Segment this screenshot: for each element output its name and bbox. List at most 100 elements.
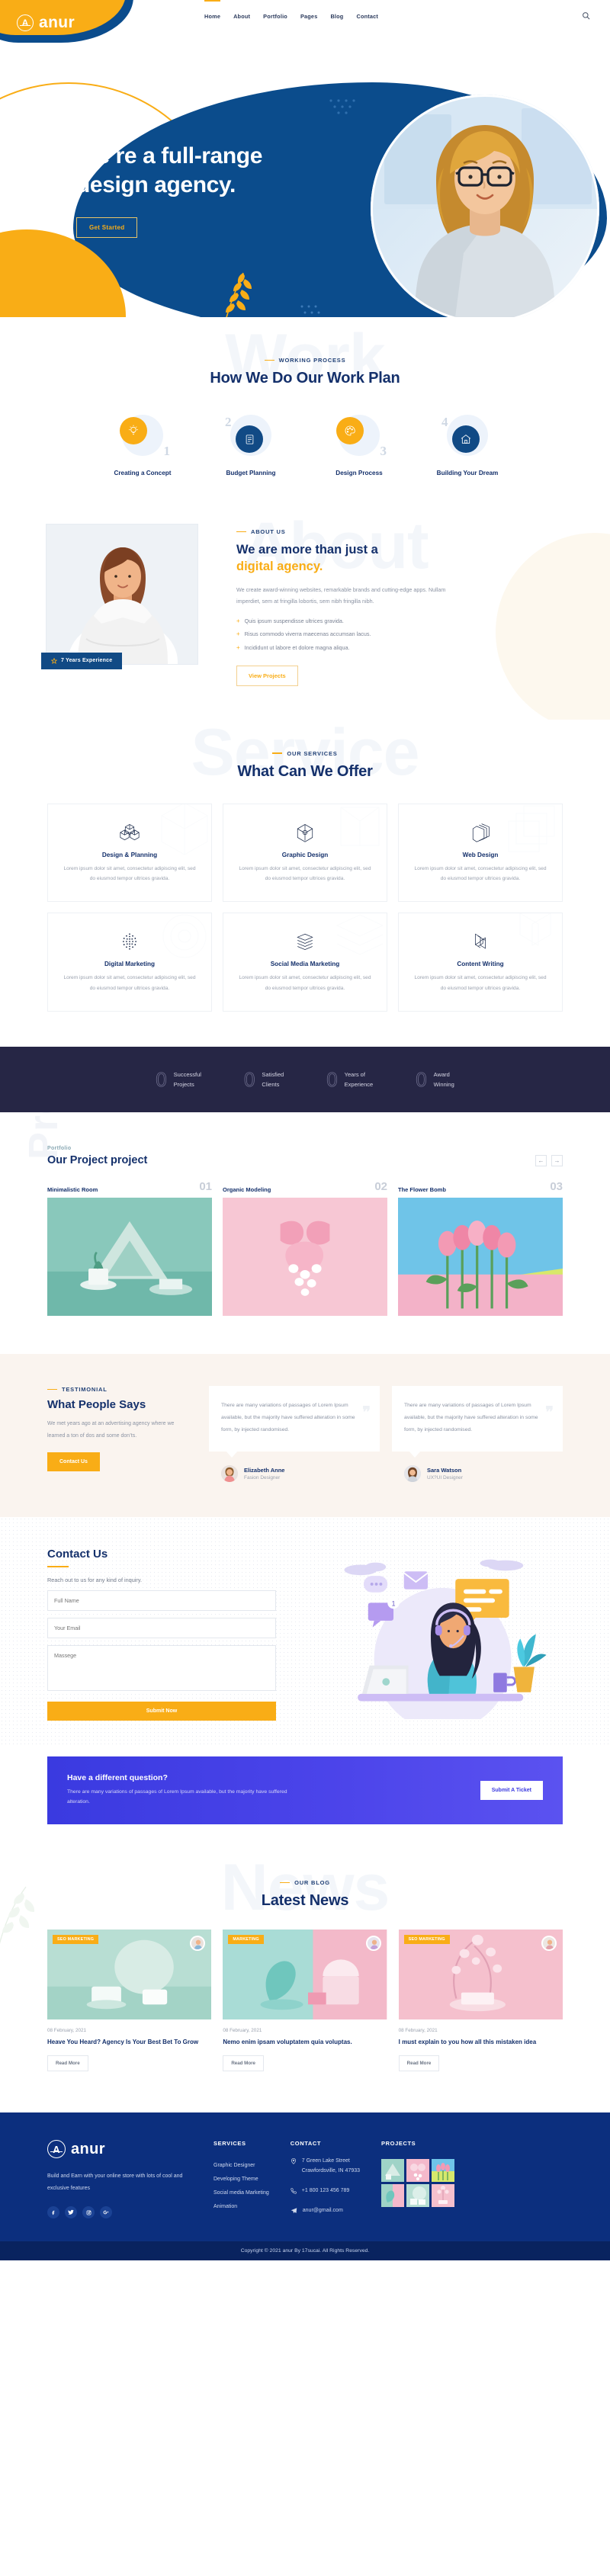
portfolio-item-the-flower-bomb[interactable]: The Flower Bomb 03	[398, 1180, 563, 1317]
cta-text: There are many variations of passages of…	[67, 1789, 287, 1804]
blog-post-date: 08 February, 2021	[223, 2027, 262, 2033]
read-more-button[interactable]: Read More	[223, 2055, 264, 2072]
blog-post-tag: SEO MARKETING	[403, 1934, 450, 1944]
testimonial-person-role: UX?UI Designer	[427, 1475, 463, 1481]
footer-project-thumb-4[interactable]	[381, 2184, 405, 2208]
site-logo[interactable]: A anur	[17, 14, 75, 32]
portfolio-nav-buttons[interactable]: ← →	[535, 1155, 563, 1167]
nav-item-about[interactable]: About	[233, 11, 250, 21]
blog-post-3[interactable]: SEO MARKETING 08 February, 2021 I must e…	[398, 1929, 563, 2072]
service-card-graphic-design[interactable]: Graphic Design Lorem ipsum dolor sit ame…	[223, 803, 387, 903]
step-design-process[interactable]: 3 Design Process	[323, 415, 396, 476]
stat-label-line2: Winning	[433, 1081, 454, 1089]
stat-years-of-experience: 0 Years of Experience	[326, 1070, 374, 1090]
testimonial-contact-button[interactable]: Contact Us	[47, 1452, 100, 1471]
hero-content: We’re a full-range design agency. Get St…	[76, 142, 366, 238]
blog-post-date: 08 February, 2021	[398, 2027, 438, 2033]
testimonial-quote-card: ❞ There are many variations of passages …	[392, 1386, 563, 1458]
testimonial-card-elizabeth-anne: ❞ There are many variations of passages …	[209, 1386, 380, 1483]
step-number: 3	[380, 444, 387, 458]
plus-icon: +	[236, 643, 240, 651]
search-icon[interactable]	[582, 11, 590, 20]
blog-post-1[interactable]: SEO MARKETING 08 February, 2021 Heave Yo…	[47, 1929, 212, 2072]
ribbon-icon	[411, 930, 550, 953]
nav-item-contact[interactable]: Contact	[356, 11, 378, 21]
contact-title: Contact Us	[47, 1548, 108, 1561]
service-card-web-design[interactable]: Web Design Lorem ipsum dolor sit amet, c…	[398, 803, 563, 903]
footer-project-thumb-5[interactable]	[406, 2184, 430, 2208]
about-bullet-text: Quis ipsum suspendisse ultrices gravida.	[244, 617, 344, 624]
footer-project-thumb-6[interactable]	[432, 2184, 455, 2208]
read-more-button[interactable]: Read More	[398, 2055, 440, 2072]
service-card-design-planning[interactable]: Design & Planning Lorem ipsum dolor sit …	[47, 803, 212, 903]
footer-social-links[interactable]	[47, 2206, 192, 2219]
portfolio-item-organic-modeling[interactable]: Organic Modeling 02	[223, 1180, 387, 1317]
submit-now-button[interactable]: Submit Now	[47, 1702, 276, 1721]
read-more-button[interactable]: Read More	[47, 2055, 88, 2072]
stat-label: Years of Experience	[345, 1070, 374, 1089]
step-number: 4	[441, 415, 448, 429]
service-card-title: Content Writing	[457, 961, 504, 968]
blog-post-title: Heave You Heard? Agency Is Your Best Bet…	[47, 2038, 199, 2045]
eyebrow-dash	[264, 359, 274, 361]
footer-services-links[interactable]: Graphic Designer Developing Theme Social…	[214, 2159, 269, 2213]
blog-post-2[interactable]: MARKETING 08 February, 2021 Nemo enim ip…	[223, 1929, 387, 2072]
step-budget-planning[interactable]: 2 Budget Planning	[214, 415, 287, 476]
view-projects-button[interactable]: View Projects	[236, 665, 298, 686]
instagram-icon[interactable]	[82, 2206, 95, 2219]
logo-mark-letter: A	[53, 2143, 60, 2155]
avatar	[404, 1465, 421, 1483]
dot-sphere-dots	[122, 933, 137, 950]
arrow-left-icon[interactable]: ←	[535, 1155, 547, 1167]
stat-award-winning: 0 Award Winning	[416, 1070, 454, 1090]
dots-decoration-bottom	[300, 305, 320, 314]
footer-link-graphic-designer[interactable]: Graphic Designer	[214, 2159, 269, 2173]
footer-link-animation[interactable]: Animation	[214, 2200, 269, 2214]
eyebrow-dash	[272, 752, 283, 754]
email-input[interactable]	[47, 1618, 276, 1639]
stat-value: 0	[243, 1068, 255, 1092]
svg-text:1: 1	[392, 1599, 396, 1607]
footer-phone[interactable]: +1 800 123 456 789	[291, 2186, 360, 2196]
testimonial-intro: TESTIMONIAL What People Says We met year…	[47, 1386, 192, 1482]
service-card-digital-marketing[interactable]: Digital Marketing Lorem ipsum dolor sit …	[47, 913, 212, 1012]
testimonial-title: What People Says	[47, 1398, 146, 1412]
footer-project-thumb-1[interactable]	[381, 2159, 405, 2183]
nav-item-portfolio[interactable]: Portfolio	[263, 11, 287, 21]
nav-item-blog[interactable]: Blog	[330, 11, 343, 21]
get-started-button[interactable]: Get Started	[76, 217, 138, 238]
submit-ticket-button[interactable]: Submit A Ticket	[480, 1781, 543, 1800]
main-nav[interactable]: Home About Portfolio Pages Blog Contact	[204, 0, 378, 21]
portfolio-item-minimalistic-room[interactable]: Minimalistic Room 01	[47, 1180, 212, 1317]
service-card-content-writing[interactable]: Content Writing Lorem ipsum dolor sit am…	[398, 913, 563, 1012]
service-card-title: Web Design	[462, 851, 499, 858]
footer-projects-column: PROJECTS	[381, 2140, 455, 2218]
stat-label-line2: Projects	[173, 1081, 194, 1089]
hero-woman-photo	[371, 95, 599, 317]
avatar	[221, 1465, 238, 1483]
full-name-input[interactable]	[47, 1590, 276, 1612]
logo-mark-letter: A	[21, 18, 29, 28]
stat-label-line1: Award	[433, 1070, 450, 1078]
footer-link-social-media-marketing[interactable]: Social media Marketing	[214, 2186, 269, 2200]
message-textarea[interactable]	[47, 1645, 276, 1692]
testimonial-cards: ❞ There are many variations of passages …	[209, 1386, 563, 1483]
footer-logo[interactable]: A anur	[47, 2140, 192, 2159]
step-creating-a-concept[interactable]: 1 Creating a Concept	[106, 415, 179, 476]
nav-item-home[interactable]: Home	[204, 0, 221, 21]
facebook-icon[interactable]	[47, 2206, 59, 2219]
step-number: 1	[163, 444, 171, 458]
google-plus-icon[interactable]	[100, 2206, 112, 2219]
twitter-icon[interactable]	[65, 2206, 77, 2219]
arrow-right-icon[interactable]: →	[551, 1155, 563, 1167]
footer-logo-text: anur	[71, 2140, 105, 2157]
nav-item-pages[interactable]: Pages	[300, 11, 318, 21]
footer-project-thumb-2[interactable]	[406, 2159, 430, 2183]
service-card-social-media-marketing[interactable]: Social Media Marketing Lorem ipsum dolor…	[223, 913, 387, 1012]
footer-link-developing-theme[interactable]: Developing Theme	[214, 2173, 269, 2186]
footer-project-thumbnails[interactable]	[381, 2159, 455, 2208]
portfolio-item-image	[398, 1198, 563, 1317]
footer-email[interactable]: anur@gmail.com	[291, 2206, 360, 2216]
footer-project-thumb-3[interactable]	[432, 2159, 455, 2183]
step-building-your-dream[interactable]: 4 Building Your Dream	[431, 415, 504, 476]
